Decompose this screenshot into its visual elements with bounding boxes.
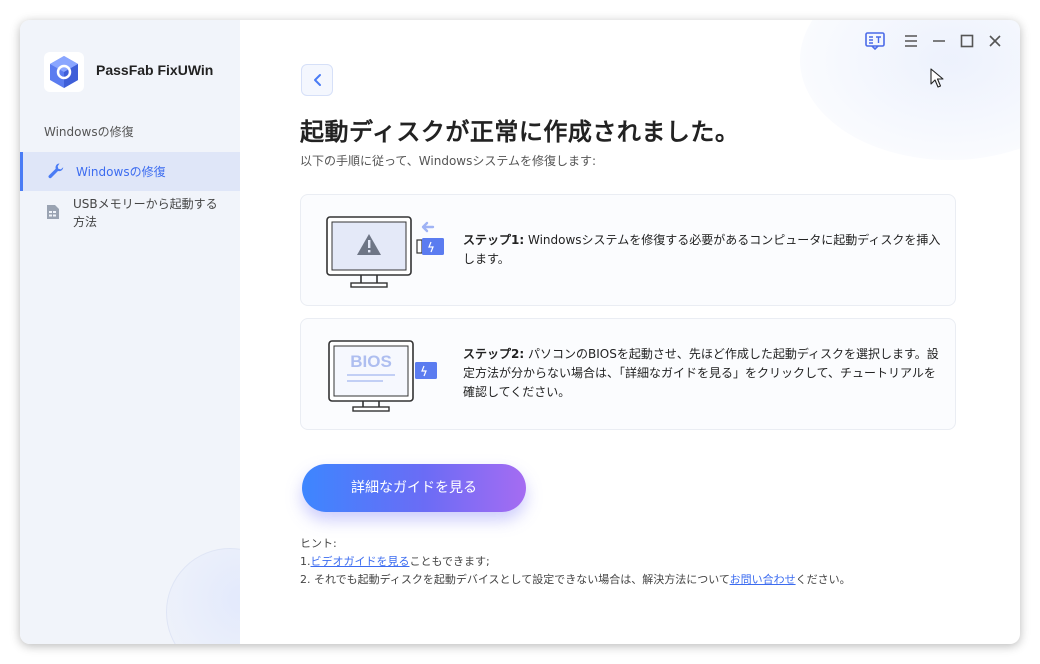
hint-line-1-suffix: こともできます;	[409, 555, 490, 568]
wrench-icon	[48, 163, 64, 179]
contact-us-link[interactable]: お問い合わせ	[730, 573, 796, 586]
maximize-icon[interactable]	[956, 30, 978, 52]
step-2-description: パソコンのBIOSを起動させ、先ほど作成した起動ディスクを選択します。設定方法が…	[463, 347, 939, 399]
sidebar-item-usb-boot[interactable]: USBメモリーから起動する方法	[20, 194, 240, 234]
app-name: PassFab FixUWin	[96, 62, 214, 78]
hint-line-2: 2. それでも起動ディスクを起動デバイスとして設定できない場合は、解決方法につい…	[300, 571, 851, 587]
step-card-2: BIOS ステップ2: パソコンのBIOSを起動させ、先ほど作成した起動ディスク…	[300, 318, 956, 430]
step-card-1: ステップ1: Windowsシステムを修復する必要があるコンピュータに起動ディス…	[300, 194, 956, 306]
close-icon[interactable]	[984, 30, 1006, 52]
mouse-cursor-icon	[930, 68, 944, 88]
monitor-bios-illustration: BIOS	[328, 340, 437, 412]
sidebar-item-label: Windowsの修復	[76, 165, 166, 179]
hint-line-1: 1.ビデオガイドを見ることもできます;	[300, 553, 490, 569]
monitor-warning-illustration	[326, 216, 444, 288]
minimize-icon[interactable]	[928, 30, 950, 52]
document-icon	[47, 205, 59, 219]
menu-icon[interactable]	[900, 30, 922, 52]
back-button[interactable]	[301, 64, 333, 96]
decorative-circle	[166, 548, 240, 644]
main-panel: 起動ディスクが正常に作成されました。 以下の手順に従って、Windowsシステム…	[240, 20, 1020, 644]
page-title: 起動ディスクが正常に作成されました。	[300, 118, 740, 146]
hint-line-2-prefix: 2. それでも起動ディスクを起動デバイスとして設定できない場合は、解決方法につい…	[300, 573, 730, 586]
chevron-left-icon	[314, 74, 321, 86]
app-window: PassFab FixUWin Windowsの修復 Windowsの修復 US…	[20, 20, 1020, 644]
sidebar-item-windows-repair[interactable]: Windowsの修復	[20, 152, 240, 191]
hint-label: ヒント:	[300, 537, 337, 550]
hint-line-2-suffix: ください。	[795, 573, 851, 586]
hint-line-1-prefix: 1.	[300, 555, 311, 568]
video-guide-link[interactable]: ビデオガイドを見る	[311, 555, 410, 568]
step-2-text: ステップ2: パソコンのBIOSを起動させ、先ほど作成した起動ディスクを選択しま…	[463, 345, 943, 402]
step-1-text: ステップ1: Windowsシステムを修復する必要があるコンピュータに起動ディス…	[463, 231, 943, 269]
page-subtitle: 以下の手順に従って、Windowsシステムを修復します:	[300, 154, 597, 168]
sidebar: PassFab FixUWin Windowsの修復 Windowsの修復 US…	[20, 20, 240, 644]
feedback-icon[interactable]	[864, 30, 886, 52]
sidebar-section-label: Windowsの修復	[44, 125, 134, 139]
step-2-heading: ステップ2:	[463, 347, 525, 361]
sidebar-item-label: USBメモリーから起動する方法	[73, 197, 218, 229]
bios-label: BIOS	[350, 352, 392, 371]
step-1-description: Windowsシステムを修復する必要があるコンピュータに起動ディスクを挿入します…	[463, 233, 941, 266]
view-guide-button[interactable]: 詳細なガイドを見る	[302, 464, 526, 512]
step-1-heading: ステップ1:	[463, 233, 525, 247]
app-logo-icon	[44, 52, 84, 92]
